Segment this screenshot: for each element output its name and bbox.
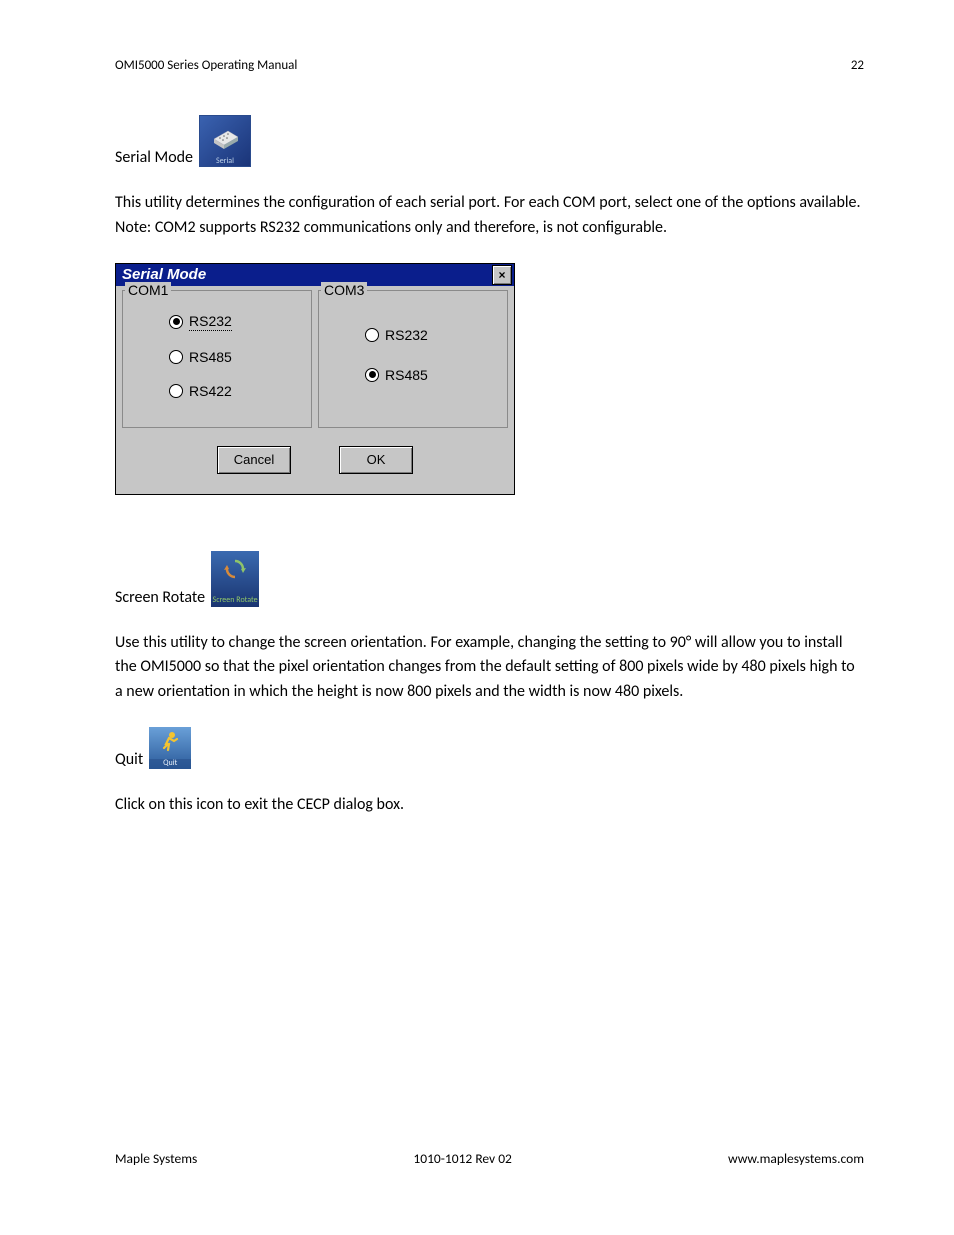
radio-icon: [169, 350, 183, 364]
header-title: OMI5000 Series Operating Manual: [115, 58, 297, 73]
com1-group: COM1 RS232 RS485 RS422: [122, 290, 312, 428]
page-header: OMI5000 Series Operating Manual 22: [115, 58, 864, 73]
serial-mode-label: Serial Mode: [115, 148, 193, 167]
radio-icon: [365, 328, 379, 342]
footer-center: 1010-1012 Rev 02: [413, 1150, 512, 1167]
close-icon: ×: [498, 269, 505, 281]
dialog-titlebar: Serial Mode ×: [116, 264, 514, 286]
quit-description: Click on this icon to exit the CECP dial…: [115, 793, 864, 818]
screen-rotate-heading-row: Screen Rotate Screen Rotate: [115, 551, 864, 607]
footer-left: Maple Systems: [115, 1150, 197, 1167]
com3-rs485-radio[interactable]: RS485: [365, 367, 497, 383]
serial-icon-caption: Serial: [200, 157, 250, 165]
screen-rotate-label: Screen Rotate: [115, 588, 205, 607]
com1-rs232-label: RS232: [189, 313, 232, 331]
quit-icon-caption: Quit: [149, 759, 191, 769]
serial-connector-icon: [208, 129, 242, 153]
radio-icon: [365, 368, 379, 382]
com3-group: COM3 RS232 RS485: [318, 290, 508, 428]
running-figure-icon: [158, 730, 182, 756]
cancel-button[interactable]: Cancel: [217, 446, 291, 474]
com1-rs485-label: RS485: [189, 349, 232, 365]
dialog-title-text: Serial Mode: [122, 266, 206, 283]
serial-mode-icon: Serial: [199, 115, 251, 167]
header-page-number: 22: [851, 58, 864, 73]
radio-icon: [169, 315, 183, 329]
footer-right: www.maplesystems.com: [728, 1150, 864, 1167]
com1-rs232-radio[interactable]: RS232: [169, 313, 301, 331]
screen-rotate-description: Use this utility to change the screen or…: [115, 631, 864, 705]
radio-icon: [169, 384, 183, 398]
quit-label: Quit: [115, 750, 143, 769]
quit-icon: Quit: [149, 727, 191, 769]
serial-mode-description: This utility determines the configuratio…: [115, 191, 864, 241]
serial-mode-dialog: Serial Mode × COM1 RS232 RS485 RS422: [115, 263, 515, 495]
page-footer: Maple Systems 1010-1012 Rev 02 www.maple…: [115, 1150, 864, 1167]
ok-button-label: OK: [367, 452, 386, 467]
com1-legend: COM1: [125, 282, 171, 298]
rotate-arrows-icon: [221, 557, 249, 585]
com3-legend: COM3: [321, 282, 367, 298]
rotate-icon-caption: Screen Rotate: [211, 596, 259, 605]
dialog-body: COM1 RS232 RS485 RS422 COM3: [116, 286, 514, 428]
quit-heading-row: Quit Quit: [115, 727, 864, 769]
com1-rs422-label: RS422: [189, 383, 232, 399]
com3-rs232-radio[interactable]: RS232: [365, 327, 497, 343]
dialog-button-row: Cancel OK: [116, 428, 514, 494]
cancel-button-label: Cancel: [234, 452, 274, 467]
serial-mode-heading-row: Serial Mode Serial: [115, 115, 864, 167]
screen-rotate-icon: Screen Rotate: [211, 551, 259, 607]
com1-rs422-radio[interactable]: RS422: [169, 383, 301, 399]
dialog-close-button[interactable]: ×: [492, 265, 512, 285]
com3-rs232-label: RS232: [385, 327, 428, 343]
document-page: OMI5000 Series Operating Manual 22 Seria…: [0, 0, 954, 1235]
com1-rs485-radio[interactable]: RS485: [169, 349, 301, 365]
ok-button[interactable]: OK: [339, 446, 413, 474]
com3-rs485-label: RS485: [385, 367, 428, 383]
